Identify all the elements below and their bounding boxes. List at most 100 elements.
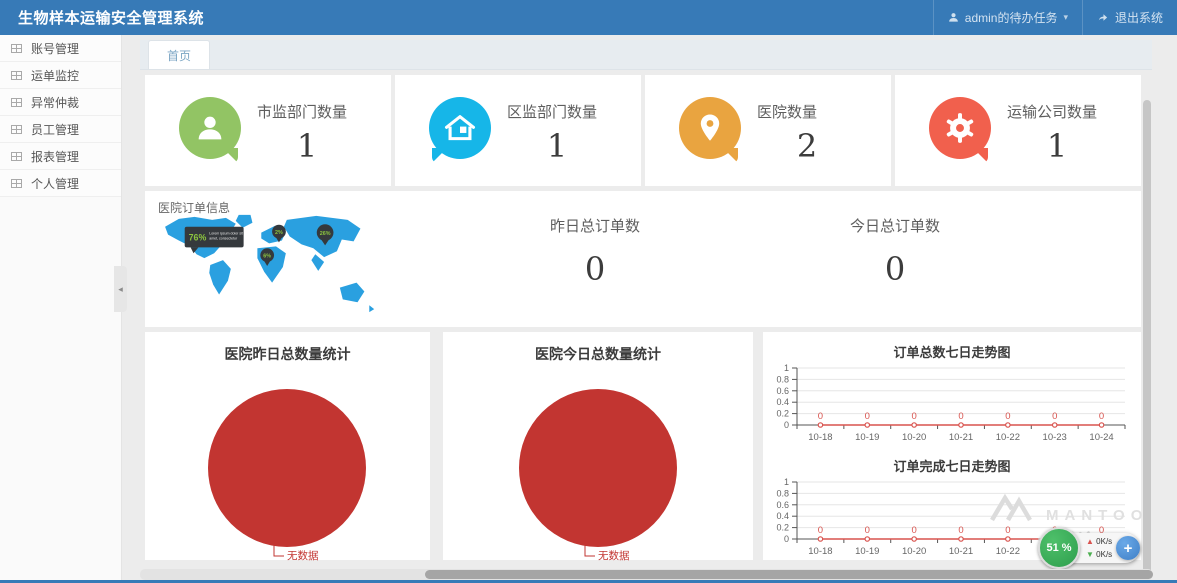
svg-text:10-19: 10-19: [855, 432, 879, 443]
today-orders-label: 今日总订单数: [745, 215, 1045, 236]
chevron-left-icon: ◂: [118, 284, 123, 295]
svg-text:10-20: 10-20: [902, 546, 926, 557]
stat-card-hospitals: 医院数量 2: [645, 75, 891, 186]
todo-menu[interactable]: admin的待办任务 ▾: [933, 0, 1082, 35]
stat-label: 市监部门数量: [257, 101, 347, 122]
svg-text:0.8: 0.8: [776, 374, 789, 384]
svg-text:0.4: 0.4: [776, 511, 789, 521]
house-icon: [429, 97, 491, 159]
tab-bar: 首页: [140, 40, 1152, 70]
svg-text:10-21: 10-21: [949, 432, 973, 443]
table-icon: [11, 152, 22, 161]
pie-panel-today: 医院今日总数量统计 无数据: [443, 332, 753, 560]
sidebar-item-personal[interactable]: 个人管理: [0, 170, 121, 197]
plus-button[interactable]: +: [1116, 536, 1140, 560]
svg-text:0: 0: [784, 420, 789, 430]
sidebar-item-staff[interactable]: 员工管理: [0, 116, 121, 143]
svg-text:amet, consectetur: amet, consectetur: [209, 236, 238, 240]
svg-text:0: 0: [818, 411, 823, 422]
stat-label: 区监部门数量: [507, 101, 597, 122]
stat-value: 1: [507, 127, 607, 165]
svg-text:0: 0: [1099, 411, 1104, 422]
stat-card-city-dept: 市监部门数量 1: [145, 75, 391, 186]
table-icon: [11, 98, 22, 107]
svg-text:无数据: 无数据: [598, 549, 630, 562]
yesterday-orders: 昨日总订单数 0: [445, 191, 745, 327]
tab-home-label: 首页: [167, 47, 191, 64]
svg-text:0: 0: [911, 525, 916, 536]
stat-card-transport-companies: 运输公司数量 1: [895, 75, 1141, 186]
percent-badge[interactable]: 51 %: [1038, 527, 1080, 569]
sidebar-item-waybill-monitor[interactable]: 运单监控: [0, 62, 121, 89]
svg-text:6%: 6%: [263, 254, 271, 260]
upload-speed: 0K/s: [1096, 537, 1112, 546]
svg-text:0: 0: [1052, 411, 1057, 422]
svg-text:10-24: 10-24: [1089, 432, 1113, 443]
speed-values: ▲ 0K/s ▼ 0K/s: [1086, 535, 1112, 561]
svg-text:10-18: 10-18: [808, 432, 832, 443]
tab-home[interactable]: 首页: [148, 40, 210, 69]
svg-text:0.2: 0.2: [776, 523, 789, 533]
svg-text:0.6: 0.6: [776, 500, 789, 510]
svg-text:10-18: 10-18: [808, 546, 832, 557]
user-icon: [948, 12, 959, 23]
line-charts-panel: 订单总数七日走势图 00.20.40.60.81000000010-1810-1…: [763, 332, 1141, 560]
today-orders: 今日总订单数 0: [745, 191, 1045, 327]
table-icon: [11, 125, 22, 134]
logout-button[interactable]: 退出系统: [1082, 0, 1177, 35]
stat-label: 医院数量: [757, 101, 817, 122]
svg-text:1: 1: [784, 477, 789, 487]
svg-text:0: 0: [818, 525, 823, 536]
svg-text:0: 0: [1005, 525, 1010, 536]
svg-text:0.2: 0.2: [776, 409, 789, 419]
stat-card-district-dept: 区监部门数量 1: [395, 75, 641, 186]
svg-text:0.4: 0.4: [776, 397, 789, 407]
yesterday-orders-value: 0: [445, 250, 745, 288]
svg-text:76%: 76%: [189, 232, 207, 242]
chart-title: 订单总数七日走势图: [763, 342, 1141, 361]
sidebar-item-exception-arbitration[interactable]: 异常仲裁: [0, 89, 121, 116]
app-title: 生物样本运输安全管理系统: [0, 7, 204, 28]
svg-text:0: 0: [911, 411, 916, 422]
sidebar-item-label: 运单监控: [31, 67, 79, 84]
stat-label: 运输公司数量: [1007, 101, 1097, 122]
pie-chart-today: 无数据: [443, 364, 753, 562]
svg-text:Lorem ipsum dolor sit: Lorem ipsum dolor sit: [209, 232, 243, 236]
world-map: 76% Lorem ipsum dolor sit amet, consecte…: [159, 211, 395, 319]
svg-text:1: 1: [784, 363, 789, 373]
todo-label: admin的待办任务: [965, 9, 1058, 26]
table-icon: [11, 71, 22, 80]
pie-chart-yesterday: 无数据: [145, 364, 430, 562]
svg-text:10-19: 10-19: [855, 546, 879, 557]
svg-text:无数据: 无数据: [287, 549, 319, 562]
stat-value: 2: [757, 127, 857, 165]
download-speed: 0K/s: [1096, 550, 1112, 559]
percent-value: 51 %: [1046, 542, 1071, 554]
arrow-up-icon: ▲: [1086, 537, 1094, 546]
svg-text:0: 0: [1005, 411, 1010, 422]
page: 生物样本运输安全管理系统 admin的待办任务 ▾ 退出系统 账号管理 运单监控…: [0, 0, 1177, 583]
table-icon: [11, 44, 22, 53]
yesterday-orders-label: 昨日总订单数: [445, 215, 745, 236]
sidebar-item-accounts[interactable]: 账号管理: [0, 35, 121, 62]
sidebar-collapse-toggle[interactable]: ◂: [114, 266, 127, 312]
vertical-scrollbar[interactable]: [1143, 100, 1151, 578]
stat-value: 1: [257, 127, 357, 165]
svg-text:10-22: 10-22: [996, 546, 1020, 557]
hospital-orders-panel: 医院订单信息 76% Lorem ips: [145, 191, 1141, 327]
svg-text:2%: 2%: [275, 230, 283, 236]
sidebar: 账号管理 运单监控 异常仲裁 员工管理 报表管理 个人管理: [0, 35, 122, 583]
logout-label: 退出系统: [1115, 9, 1163, 26]
horizontal-scrollbar[interactable]: [425, 570, 1153, 579]
sidebar-item-label: 账号管理: [31, 40, 79, 57]
svg-text:0: 0: [958, 411, 963, 422]
svg-text:10-22: 10-22: [996, 432, 1020, 443]
svg-text:26%: 26%: [320, 231, 331, 237]
svg-text:0: 0: [784, 534, 789, 544]
chart-title: 医院昨日总数量统计: [145, 332, 430, 364]
location-pin-icon: [679, 97, 741, 159]
chart-title: 医院今日总数量统计: [443, 332, 753, 364]
svg-text:0.6: 0.6: [776, 386, 789, 396]
plus-icon: +: [1124, 540, 1133, 557]
sidebar-item-reports[interactable]: 报表管理: [0, 143, 121, 170]
